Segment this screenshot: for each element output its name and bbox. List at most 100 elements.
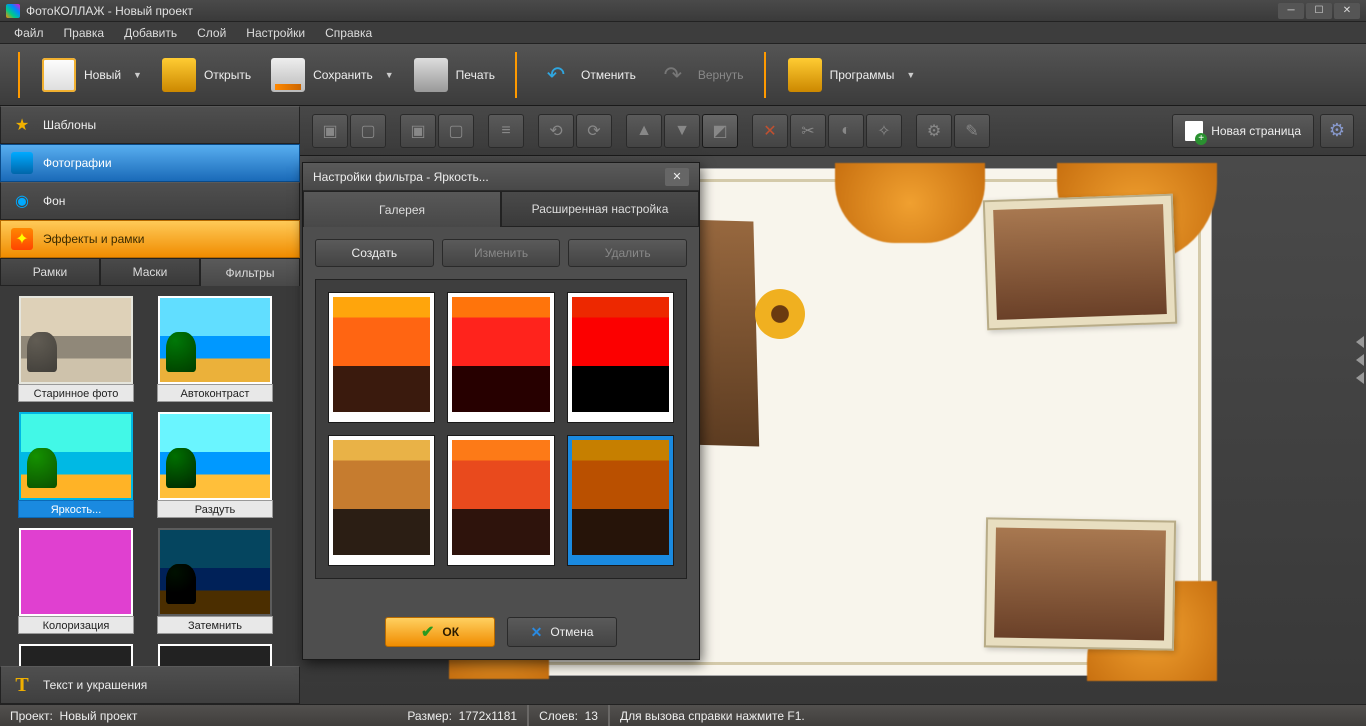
photos-label: Фотографии: [43, 156, 112, 170]
filter-item-extra2[interactable]: [157, 644, 273, 666]
align-left-button[interactable]: ≡: [488, 114, 524, 148]
sidebar-item-effects[interactable]: ✦ Эффекты и рамки: [0, 220, 300, 258]
bring-front-button[interactable]: ▣: [400, 114, 436, 148]
undo-button[interactable]: ↶ Отменить: [529, 52, 646, 98]
dialog-tab-advanced[interactable]: Расширенная настройка: [501, 191, 699, 227]
undo-arrow-icon: ↶: [539, 58, 573, 92]
main-toolbar: Новый ▼ Открыть Сохранить ▼ Печать ↶ Отм…: [0, 44, 1366, 106]
edit-button[interactable]: Изменить: [442, 239, 561, 267]
print-button[interactable]: Печать: [404, 52, 505, 98]
color-button[interactable]: ◐: [828, 114, 864, 148]
filter-grid[interactable]: Старинное фото Автоконтраст Яркость... Р…: [0, 286, 300, 666]
new-page-button[interactable]: Новая страница: [1172, 114, 1314, 148]
menu-layer[interactable]: Слой: [187, 23, 236, 43]
app-icon: [6, 4, 20, 18]
dialog-gallery[interactable]: [315, 279, 687, 579]
save-label: Сохранить: [313, 68, 373, 82]
settings-gear-button[interactable]: ⚙: [916, 114, 952, 148]
eyedropper-button[interactable]: ✎: [954, 114, 990, 148]
filter-label: Колоризация: [18, 616, 134, 634]
status-bar: Проект: Новый проект Размер: 1772x1181 С…: [0, 704, 1366, 726]
subtab-masks[interactable]: Маски: [100, 258, 200, 286]
dialog-tab-gallery[interactable]: Галерея: [303, 191, 501, 227]
filter-item-colorize[interactable]: Колоризация: [18, 528, 134, 634]
minimize-button[interactable]: ─: [1278, 3, 1304, 19]
cancel-button[interactable]: ✕ Отмена: [507, 617, 617, 647]
save-button[interactable]: Сохранить ▼: [261, 52, 404, 98]
sunflower-icon: [755, 289, 805, 339]
rotate-right-button[interactable]: ⟳: [576, 114, 612, 148]
crop-button[interactable]: ✂: [790, 114, 826, 148]
redo-label: Вернуть: [698, 68, 744, 82]
filter-item-autocontrast[interactable]: Автоконтраст: [157, 296, 273, 402]
edge-handles: [1356, 336, 1364, 384]
new-label: Новый: [84, 68, 121, 82]
text-label: Текст и украшения: [43, 678, 147, 692]
filter-item-darken[interactable]: Затемнить: [157, 528, 273, 634]
dialog-close-button[interactable]: ✕: [665, 168, 689, 186]
subtab-frames[interactable]: Рамки: [0, 258, 100, 286]
magic-button[interactable]: ✧: [866, 114, 902, 148]
dialog-title-bar[interactable]: Настройки фильтра - Яркость... ✕: [303, 163, 699, 191]
menu-help[interactable]: Справка: [315, 23, 382, 43]
gallery-item[interactable]: [328, 435, 435, 566]
sidebar-item-background[interactable]: ◉ Фон: [0, 182, 300, 220]
globe-icon: ◉: [11, 190, 33, 212]
ok-button[interactable]: ✔ ОК: [385, 617, 495, 647]
programs-label: Программы: [830, 68, 895, 82]
hint-text: Для вызова справки нажмите F1.: [620, 709, 805, 723]
sidebar-item-text[interactable]: T Текст и украшения: [0, 666, 300, 704]
create-button[interactable]: Создать: [315, 239, 434, 267]
subtab-filters[interactable]: Фильтры: [200, 258, 300, 286]
gallery-item[interactable]: [447, 435, 554, 566]
project-label: Проект:: [10, 709, 53, 723]
title-bar: ФотоКОЛЛАЖ - Новый проект ─ ☐ ✕: [0, 0, 1366, 22]
menu-add[interactable]: Добавить: [114, 23, 187, 43]
sidebar-item-photos[interactable]: Фотографии: [0, 144, 300, 182]
gallery-item[interactable]: [567, 292, 674, 423]
photo-frame-bottom[interactable]: [984, 517, 1176, 650]
filter-item-bloat[interactable]: Раздуть: [157, 412, 273, 518]
gallery-item[interactable]: [567, 435, 674, 566]
programs-button[interactable]: Программы ▼: [778, 52, 926, 98]
filter-item-brightness[interactable]: Яркость...: [18, 412, 134, 518]
photo-frame-top[interactable]: [983, 194, 1177, 331]
filter-label: Старинное фото: [18, 384, 134, 402]
filter-label: Затемнить: [157, 616, 273, 634]
send-backward-button[interactable]: ▢: [350, 114, 386, 148]
gallery-item[interactable]: [447, 292, 554, 423]
menu-edit[interactable]: Правка: [54, 23, 115, 43]
menu-settings[interactable]: Настройки: [236, 23, 315, 43]
filter-settings-dialog: Настройки фильтра - Яркость... ✕ Галерея…: [302, 162, 700, 660]
flip-v-button[interactable]: ▼: [664, 114, 700, 148]
handle-triangle-icon[interactable]: [1356, 372, 1364, 384]
size-label: Размер:: [407, 709, 452, 723]
effects-subtabs: Рамки Маски Фильтры: [0, 258, 300, 286]
rotate-left-button[interactable]: ⟲: [538, 114, 574, 148]
fit-button[interactable]: ◩: [702, 114, 738, 148]
menu-bar: Файл Правка Добавить Слой Настройки Спра…: [0, 22, 1366, 44]
background-label: Фон: [43, 194, 65, 208]
open-button[interactable]: Открыть: [152, 52, 261, 98]
filter-item-extra1[interactable]: [18, 644, 134, 666]
page-settings-button[interactable]: ⚙: [1320, 114, 1354, 148]
close-button[interactable]: ✕: [1334, 3, 1360, 19]
size-value: 1772x1181: [459, 709, 518, 723]
sidebar-item-templates[interactable]: ★ Шаблоны: [0, 106, 300, 144]
redo-button[interactable]: ↷ Вернуть: [646, 52, 754, 98]
delete-button[interactable]: Удалить: [568, 239, 687, 267]
handle-triangle-icon[interactable]: [1356, 336, 1364, 348]
printer-icon: [414, 58, 448, 92]
send-back-button[interactable]: ▢: [438, 114, 474, 148]
flip-h-button[interactable]: ▲: [626, 114, 662, 148]
filter-thumb: [19, 528, 133, 616]
handle-triangle-icon[interactable]: [1356, 354, 1364, 366]
filter-item-old-photo[interactable]: Старинное фото: [18, 296, 134, 402]
maximize-button[interactable]: ☐: [1306, 3, 1332, 19]
filter-label: Раздуть: [157, 500, 273, 518]
bring-forward-button[interactable]: ▣: [312, 114, 348, 148]
new-button[interactable]: Новый ▼: [32, 52, 152, 98]
menu-file[interactable]: Файл: [4, 23, 54, 43]
delete-button[interactable]: ✕: [752, 114, 788, 148]
gallery-item[interactable]: [328, 292, 435, 423]
